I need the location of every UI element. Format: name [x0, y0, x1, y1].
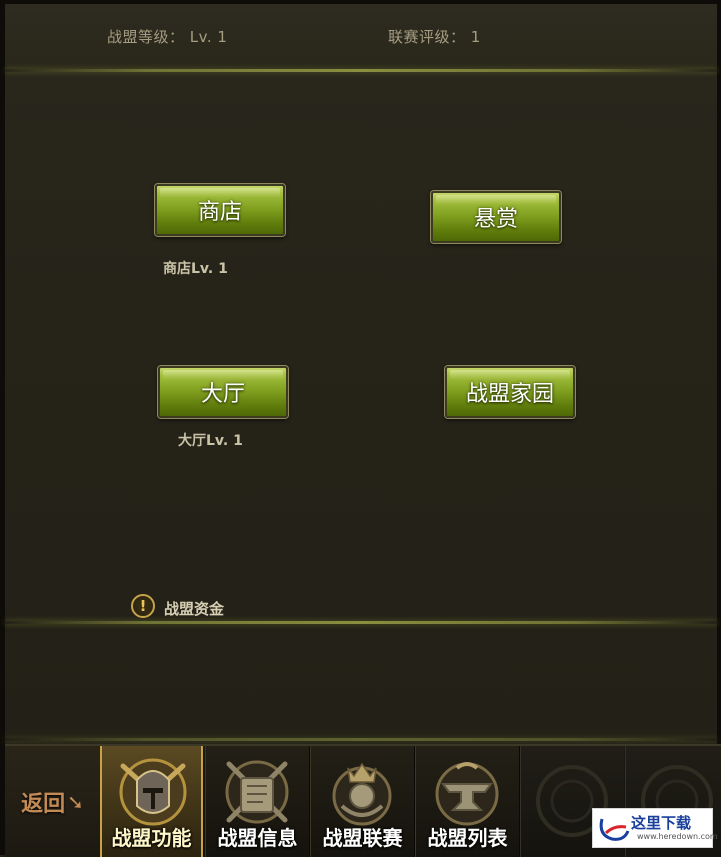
knight-helmet-emblem-icon [119, 758, 187, 826]
header-divider [5, 69, 717, 72]
watermark-logo: 这里下载 www.heredown.com [592, 808, 718, 848]
header-bar: 战盟等级： Lv. 1 联赛评级： 1 [5, 4, 717, 72]
crowned-warrior-emblem-icon [332, 762, 392, 826]
tab-alliance-list[interactable]: 战盟列表 [415, 746, 520, 857]
alliance-function-panel: 战盟等级： Lv. 1 联赛评级： 1 商店 商店Lv. 1 悬赏 大厅 大厅L… [5, 4, 717, 744]
alliance-level-text: 战盟等级： Lv. 1 [107, 28, 228, 46]
hall-level-text: 大厅Lv. 1 [178, 433, 243, 449]
watermark-swoosh-icon [599, 818, 630, 841]
watermark-text: 这里下载 [631, 814, 692, 832]
shop-level-text: 商店Lv. 1 [163, 261, 228, 277]
hall-button[interactable]: 大厅 [158, 366, 288, 418]
back-label: 返回 [21, 791, 66, 817]
tab-alliance-info[interactable]: 战盟信息 [205, 746, 310, 857]
tab-alliance-info-label: 战盟信息 [217, 826, 298, 850]
tab-alliance-league[interactable]: 战盟联赛 [310, 746, 415, 857]
footer-divider [5, 621, 717, 624]
watermark-url: www.heredown.com [637, 832, 718, 841]
tab-alliance-league-label: 战盟联赛 [322, 826, 403, 850]
league-rating-text: 联赛评级： 1 [388, 28, 481, 46]
exclamation-icon[interactable]: ! [131, 594, 155, 618]
tab-alliance-functions[interactable]: 战盟功能 [100, 746, 203, 857]
scroll-swords-emblem-icon [225, 760, 289, 824]
back-button[interactable]: 返回 ➘ [5, 746, 100, 857]
anvil-emblem-icon [435, 762, 499, 826]
tab-alliance-functions-label: 战盟功能 [111, 826, 192, 850]
bottom-divider [5, 738, 717, 741]
shop-button[interactable]: 商店 [155, 184, 285, 236]
alliance-fund-label[interactable]: 战盟资金 [164, 598, 224, 619]
alliance-home-button[interactable]: 战盟家园 [445, 366, 575, 418]
bounty-button[interactable]: 悬赏 [431, 191, 561, 243]
right-frame [717, 0, 721, 855]
tab-alliance-list-label: 战盟列表 [427, 826, 508, 850]
back-arrow-icon: ➘ [67, 789, 84, 814]
